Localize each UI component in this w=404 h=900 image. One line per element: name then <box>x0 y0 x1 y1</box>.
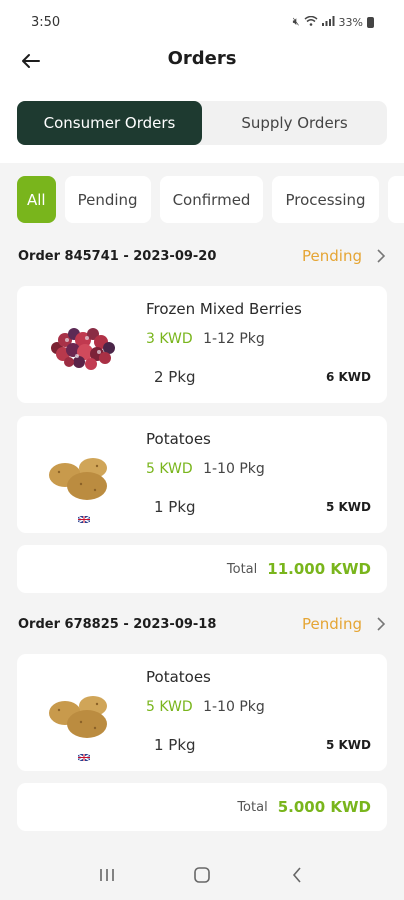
signal-icon <box>321 15 335 29</box>
order-item[interactable]: Frozen Mixed Berries 3 KWD 1-12 Pkg 2 Pk… <box>17 286 387 403</box>
order-status: Pending <box>302 615 362 633</box>
item-line-total: 5 KWD <box>325 738 371 752</box>
top-area: 3:50 🔇︎ 33% Orders Consumer Orders Suppl… <box>0 0 404 163</box>
order-status: Pending <box>302 247 362 265</box>
item-range: 1-12 Pkg <box>203 331 265 347</box>
battery-text: 33% <box>338 15 363 29</box>
home-icon <box>194 867 210 883</box>
total-label: Total <box>226 561 258 577</box>
chevron-right-icon <box>376 249 386 263</box>
item-quantity: 1 Pkg <box>154 736 196 754</box>
filter-more[interactable] <box>387 176 404 223</box>
filter-confirmed[interactable]: Confirmed <box>159 176 264 223</box>
total-value: 5.000 KWD <box>277 798 371 816</box>
system-back-button[interactable] <box>285 863 309 887</box>
order-header[interactable]: Order 845741 - 2023-09-20 Pending <box>18 244 386 268</box>
item-price: 5 KWD <box>146 699 193 715</box>
recent-apps-button[interactable] <box>95 863 119 887</box>
price-row: 5 KWD 1-10 Pkg <box>146 699 265 715</box>
wifi-icon <box>304 15 318 29</box>
item-price: 3 KWD <box>146 331 193 347</box>
filter-pending[interactable]: Pending <box>64 176 151 223</box>
system-nav-bar <box>0 850 404 900</box>
total-value: 11.000 KWD <box>267 560 371 578</box>
potatoes-image <box>49 458 107 500</box>
item-range: 1-10 Pkg <box>203 699 265 715</box>
price-row: 3 KWD 1-12 Pkg <box>146 331 265 347</box>
order-title: Order 845741 - 2023-09-20 <box>18 248 217 264</box>
item-line-total: 6 KWD <box>325 370 371 384</box>
mute-icon: 🔇︎ <box>292 15 300 28</box>
item-line-total: 5 KWD <box>325 500 371 514</box>
uk-flag-icon <box>78 754 90 761</box>
order-item[interactable]: Potatoes 5 KWD 1-10 Pkg 1 Pkg 5 KWD <box>17 416 387 533</box>
item-range: 1-10 Pkg <box>203 461 265 477</box>
item-quantity: 1 Pkg <box>154 498 196 516</box>
item-quantity: 2 Pkg <box>154 368 196 386</box>
order-type-tabs: Consumer Orders Supply Orders <box>17 101 387 145</box>
item-name: Frozen Mixed Berries <box>146 300 302 318</box>
page-title: Orders <box>167 48 237 69</box>
tab-supply-orders[interactable]: Supply Orders <box>202 101 387 145</box>
total-label: Total <box>237 799 268 815</box>
status-time: 3:50 <box>31 15 61 30</box>
uk-flag-icon <box>78 516 90 523</box>
order-header[interactable]: Order 678825 - 2023-09-18 Pending <box>18 612 386 636</box>
tab-consumer-orders[interactable]: Consumer Orders <box>17 101 202 145</box>
chevron-right-icon <box>376 617 386 631</box>
mixed-berries-image <box>51 328 115 370</box>
order-item[interactable]: Potatoes 5 KWD 1-10 Pkg 1 Pkg 5 KWD <box>17 654 387 771</box>
chevron-left-icon <box>292 867 301 883</box>
order-total: Total 11.000 KWD <box>17 545 387 593</box>
filter-processing[interactable]: Processing <box>272 176 379 223</box>
filter-all[interactable]: All <box>17 176 56 223</box>
potatoes-image <box>49 696 107 738</box>
status-filter-bar: All Pending Confirmed Processing <box>17 176 404 223</box>
item-price: 5 KWD <box>146 461 193 477</box>
item-name: Potatoes <box>146 430 211 448</box>
status-bar: 3:50 🔇︎ 33% <box>0 0 404 46</box>
header: Orders <box>0 46 404 84</box>
battery-icon <box>367 16 374 28</box>
recent-apps-icon <box>100 869 115 881</box>
order-total: Total 5.000 KWD <box>17 783 387 831</box>
order-title: Order 678825 - 2023-09-18 <box>18 616 217 632</box>
item-name: Potatoes <box>146 668 211 686</box>
status-icons: 🔇︎ 33% <box>293 15 374 29</box>
home-button[interactable] <box>190 863 214 887</box>
price-row: 5 KWD 1-10 Pkg <box>146 461 265 477</box>
